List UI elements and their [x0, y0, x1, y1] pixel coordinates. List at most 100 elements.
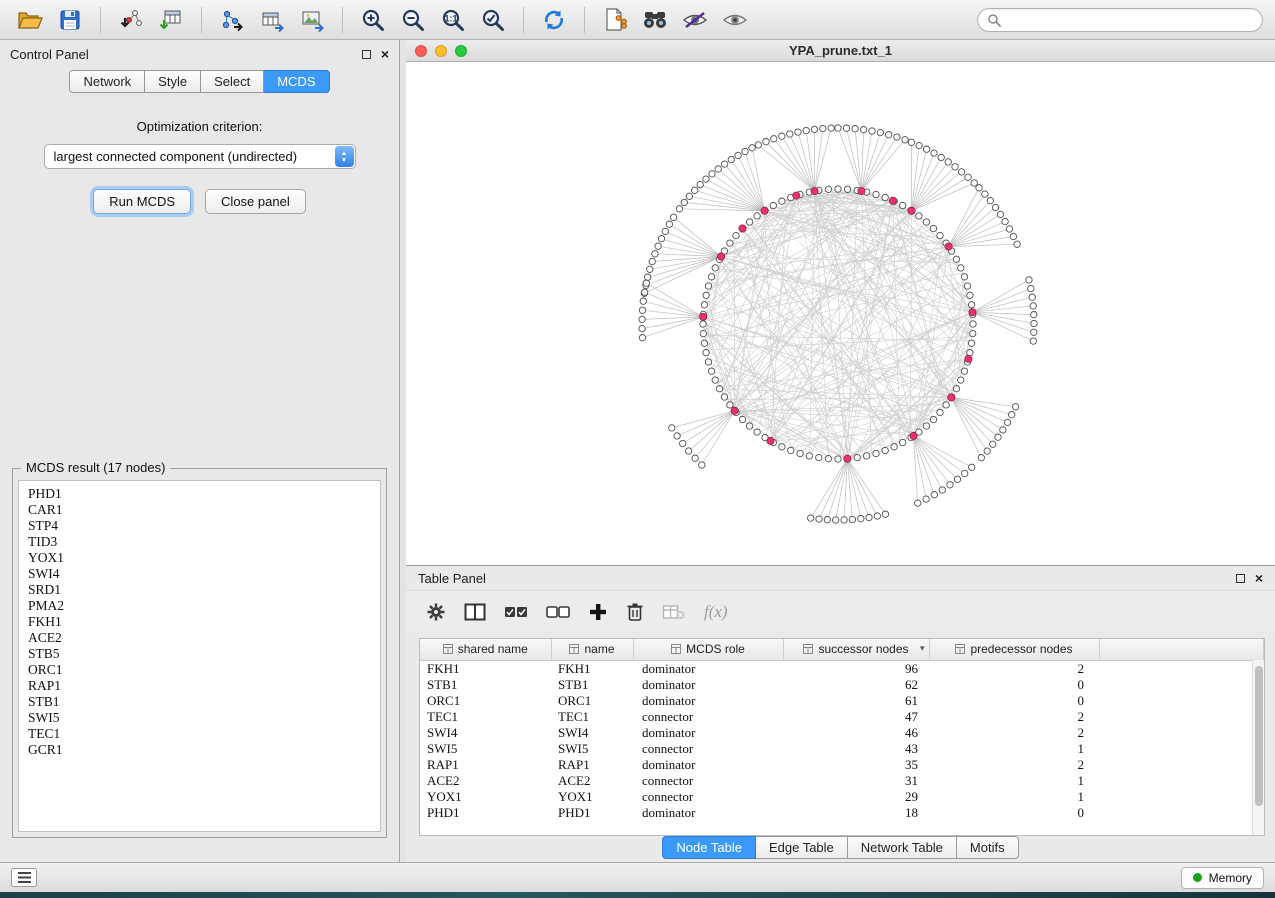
network-nodes[interactable]	[639, 125, 1037, 523]
node-table: shared name name MCDS role successor nod…	[420, 639, 1264, 821]
tab-select[interactable]: Select	[201, 70, 264, 93]
network-window-titlebar[interactable]: YPA_prune.txt_1	[406, 40, 1275, 62]
run-mcds-button[interactable]: Run MCDS	[93, 189, 191, 214]
mcds-result-item[interactable]: SWI4	[28, 566, 371, 582]
search-input[interactable]	[1007, 12, 1253, 27]
window-close-button[interactable]	[415, 45, 427, 57]
toolbar-separator	[584, 7, 585, 33]
column-header-mcds-role[interactable]: MCDS role	[633, 639, 783, 660]
table-row[interactable]: FKH1FKH1dominator962	[420, 660, 1264, 677]
table-row[interactable]: SWI5SWI5connector431	[420, 741, 1264, 757]
table-row[interactable]: ORC1ORC1dominator610	[420, 693, 1264, 709]
export-image-icon[interactable]	[294, 5, 330, 35]
mcds-result-item[interactable]: YOX1	[28, 550, 371, 566]
deselect-all-checkboxes-icon[interactable]	[546, 603, 570, 621]
close-panel-icon[interactable]: ×	[381, 47, 389, 61]
refresh-icon[interactable]	[536, 5, 572, 35]
save-session-icon[interactable]	[52, 5, 88, 35]
memory-label: Memory	[1209, 871, 1252, 885]
export-network-icon[interactable]	[214, 5, 250, 35]
window-zoom-button[interactable]	[455, 45, 467, 57]
mcds-result-item[interactable]: ACE2	[28, 630, 371, 646]
main-toolbar: 1:1	[0, 0, 1275, 40]
zoom-fit-icon[interactable]	[475, 5, 511, 35]
tab-node-table[interactable]: Node Table	[662, 836, 756, 859]
mcds-result-item[interactable]: PMA2	[28, 598, 371, 614]
table-panel: Table Panel ×	[406, 565, 1275, 862]
sort-dropdown-icon[interactable]: ▾	[920, 643, 925, 654]
mcds-result-item[interactable]: CAR1	[28, 502, 371, 518]
close-table-panel-icon[interactable]: ×	[1255, 571, 1263, 585]
control-panel: Control Panel × Network Style Select MCD…	[0, 40, 400, 862]
column-header-name[interactable]: name	[551, 639, 633, 660]
application-window: 1:1	[0, 0, 1275, 892]
mcds-result-item[interactable]: GCR1	[28, 742, 371, 758]
task-history-button[interactable]	[11, 868, 37, 887]
mcds-result-list[interactable]: PHD1CAR1STP4TID3YOX1SWI4SRD1PMA2FKH1ACE2…	[18, 480, 381, 832]
table-row[interactable]: PHD1PHD1dominator180	[420, 805, 1264, 821]
clear-table-disabled-icon	[662, 603, 686, 621]
mcds-result-item[interactable]: SWI5	[28, 710, 371, 726]
zoom-out-icon[interactable]	[395, 5, 431, 35]
table-row[interactable]: TEC1TEC1connector472	[420, 709, 1264, 725]
delete-column-icon[interactable]	[626, 602, 644, 622]
mcds-result-item[interactable]: STP4	[28, 518, 371, 534]
search-box[interactable]	[977, 8, 1263, 32]
first-neighbors-icon[interactable]	[637, 5, 673, 35]
gear-icon[interactable]	[426, 602, 446, 622]
list-icon	[18, 872, 31, 883]
mcds-result-item[interactable]: PHD1	[28, 486, 371, 502]
mcds-result-item[interactable]: TEC1	[28, 726, 371, 742]
table-row[interactable]: RAP1RAP1dominator352	[420, 757, 1264, 773]
share-document-icon[interactable]	[597, 5, 633, 35]
open-folder-icon[interactable]	[12, 5, 48, 35]
network-canvas[interactable]	[406, 62, 1275, 565]
window-minimize-button[interactable]	[435, 45, 447, 57]
float-panel-icon[interactable]	[362, 50, 371, 59]
table-row[interactable]: SWI4SWI4dominator462	[420, 725, 1264, 741]
table-row[interactable]: ACE2ACE2connector311	[420, 773, 1264, 789]
tab-mcds[interactable]: MCDS	[264, 70, 329, 93]
add-column-icon[interactable]	[588, 602, 608, 622]
criterion-dropdown[interactable]: largest connected component (undirected)…	[44, 144, 356, 169]
column-header-shared-name[interactable]: shared name	[420, 639, 551, 660]
tab-network-table[interactable]: Network Table	[848, 836, 957, 859]
mcds-result-item[interactable]: ORC1	[28, 662, 371, 678]
table-row[interactable]: YOX1YOX1connector291	[420, 789, 1264, 805]
mcds-result-item[interactable]: TID3	[28, 534, 371, 550]
mcds-result-item[interactable]: RAP1	[28, 678, 371, 694]
toolbar-separator	[201, 7, 202, 33]
table-vertical-scrollbar[interactable]	[1252, 660, 1264, 835]
column-header-predecessor-nodes[interactable]: predecessor nodes	[929, 639, 1099, 660]
zoom-in-icon[interactable]	[355, 5, 391, 35]
import-network-icon[interactable]	[113, 5, 149, 35]
tab-style[interactable]: Style	[145, 70, 201, 93]
float-table-panel-icon[interactable]	[1236, 574, 1245, 583]
show-all-eye-icon[interactable]	[717, 5, 753, 35]
mcds-result-item[interactable]: FKH1	[28, 614, 371, 630]
zoom-actual-size-icon[interactable]: 1:1	[435, 5, 471, 35]
scrollbar-thumb[interactable]	[1255, 666, 1263, 806]
column-grid-icon	[443, 644, 453, 654]
network-graph[interactable]	[406, 62, 1275, 565]
memory-status-dot	[1193, 873, 1202, 882]
column-grid-icon	[803, 644, 813, 654]
table-row[interactable]: STB1STB1dominator620	[420, 677, 1264, 693]
close-panel-button[interactable]: Close panel	[205, 189, 306, 214]
tab-network[interactable]: Network	[69, 70, 145, 93]
mcds-result-item[interactable]: STB1	[28, 694, 371, 710]
mcds-result-group: MCDS result (17 nodes) PHD1CAR1STP4TID3Y…	[12, 468, 387, 838]
columns-icon[interactable]	[464, 603, 486, 621]
export-table-icon[interactable]	[254, 5, 290, 35]
function-builder-icon: f(x)	[704, 602, 728, 622]
mcds-result-item[interactable]: SRD1	[28, 582, 371, 598]
control-panel-header: Control Panel ×	[0, 40, 399, 68]
select-all-checkboxes-icon[interactable]	[504, 603, 528, 621]
tab-edge-table[interactable]: Edge Table	[756, 836, 848, 859]
tab-motifs[interactable]: Motifs	[957, 836, 1019, 859]
mcds-result-item[interactable]: STB5	[28, 646, 371, 662]
import-table-icon[interactable]	[153, 5, 189, 35]
column-header-successor-nodes[interactable]: successor nodes ▾	[783, 639, 929, 660]
memory-button[interactable]: Memory	[1181, 867, 1264, 889]
hide-selected-eye-icon[interactable]	[677, 5, 713, 35]
